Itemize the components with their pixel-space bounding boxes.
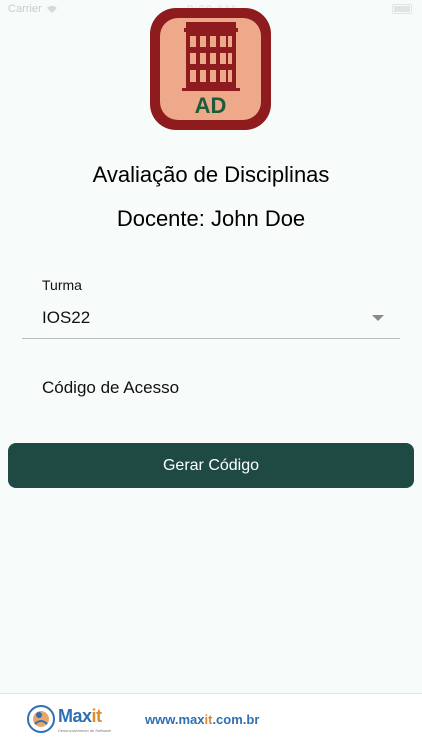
app-logo: AD (148, 6, 273, 132)
page-title: Avaliação de Disciplinas (92, 162, 330, 187)
maxit-globe-icon (27, 705, 55, 733)
turma-value: IOS22 (42, 308, 91, 327)
maxit-brand-main: Max (58, 706, 92, 726)
maxit-brand: Maxit (58, 706, 102, 727)
turma-label: Turma (42, 277, 82, 293)
teacher-name: Docente: John Doe (116, 206, 306, 231)
url-prefix: www.max (145, 712, 205, 727)
battery-icon (392, 4, 412, 14)
building-icon: AD (150, 8, 271, 130)
access-code-label: Código de Acesso (42, 378, 180, 397)
turma-select[interactable]: IOS22 (22, 300, 400, 339)
maxit-tagline: Desenvolvimento de Software (58, 728, 112, 733)
footer-url[interactable]: www.maxit.com.br (145, 712, 259, 727)
generate-code-button[interactable]: Gerar Código (8, 443, 414, 488)
maxit-brand-accent: it (91, 706, 103, 726)
footer: Maxit Desenvolvimento de Software www.ma… (0, 693, 422, 751)
url-suffix: .com.br (212, 712, 260, 727)
maxit-logo[interactable]: Maxit Desenvolvimento de Software (26, 704, 116, 738)
logo-text: AD (195, 93, 227, 118)
dropdown-arrow-icon (372, 315, 384, 321)
